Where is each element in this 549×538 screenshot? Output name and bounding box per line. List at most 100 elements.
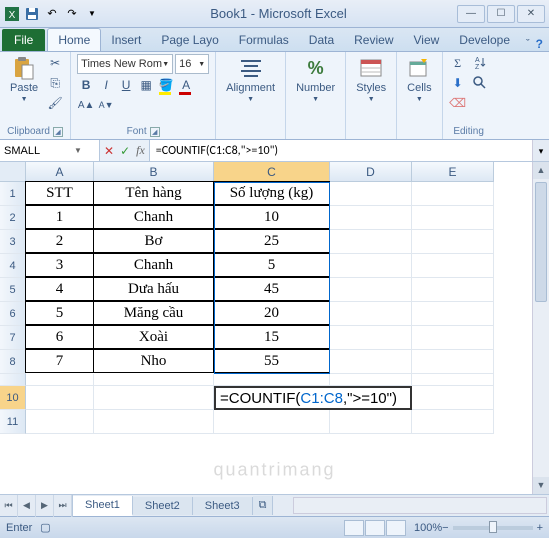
zoom-out-icon[interactable]: − [442,522,448,534]
cell-b11[interactable] [94,410,214,434]
cell-d2[interactable] [330,206,412,230]
cell-c5[interactable]: 45 [213,277,330,301]
autosum-icon[interactable]: Σ [449,54,467,72]
cell-c4[interactable]: 5 [213,253,330,277]
name-box-input[interactable] [4,145,74,157]
cell-c11[interactable] [214,410,330,434]
cell-e7[interactable] [412,326,494,350]
sheet-tab-1[interactable]: Sheet1 [73,496,133,516]
cell-a2[interactable]: 1 [25,205,94,229]
zoom-slider[interactable] [453,526,533,530]
cell-e4[interactable] [412,254,494,278]
sort-filter-icon[interactable]: AZ [471,54,489,72]
border-button[interactable]: ▦ [137,76,155,94]
clipboard-dialog-launcher[interactable]: ◢ [53,127,63,137]
font-name-select[interactable]: Times New Rom▼ [77,54,173,74]
cell-c1[interactable]: Số lượng (kg) [213,181,330,205]
cell-c8[interactable]: 55 [213,349,330,373]
alignment-button[interactable]: Alignment ▼ [222,54,279,105]
scroll-up-icon[interactable]: ▲ [533,162,549,179]
cell-a5[interactable]: 4 [25,277,94,301]
decrease-font-icon[interactable]: A▼ [97,96,115,114]
close-button[interactable]: ✕ [517,5,545,23]
sheet-tab-2[interactable]: Sheet2 [133,497,193,515]
sheet-first-icon[interactable]: ⏮ [0,495,18,517]
styles-button[interactable]: Styles ▼ [352,54,390,105]
italic-button[interactable]: I [97,76,115,94]
view-pagelayout-icon[interactable] [365,520,385,536]
cell-b2[interactable]: Chanh [93,205,214,229]
cell-d7[interactable] [330,326,412,350]
row-header-4[interactable]: 4 [0,254,26,278]
font-color-button[interactable]: A [177,76,195,94]
col-header-b[interactable]: B [94,162,214,182]
underline-button[interactable]: U [117,76,135,94]
row-header-10[interactable]: 10 [0,386,26,410]
enter-formula-icon[interactable]: ✓ [120,144,130,158]
minimize-ribbon-icon[interactable]: ˇ [526,38,530,50]
cells-button[interactable]: Cells ▼ [403,54,435,105]
row-header-2[interactable]: 2 [0,206,26,230]
cell-d4[interactable] [330,254,412,278]
fx-icon[interactable]: fx [136,143,145,158]
row-header-3[interactable]: 3 [0,230,26,254]
cell-d11[interactable] [330,410,412,434]
cell-c7[interactable]: 15 [213,325,330,349]
save-icon[interactable] [24,6,40,22]
row-header-5[interactable]: 5 [0,278,26,302]
cell-d1[interactable] [330,182,412,206]
macro-record-icon[interactable]: ▢ [40,521,50,534]
copy-icon[interactable]: ⎘ [46,74,64,92]
clear-icon[interactable]: ⌫ [449,94,467,112]
cell-d5[interactable] [330,278,412,302]
formula-bar-input[interactable] [150,140,532,161]
row-header-6[interactable]: 6 [0,302,26,326]
cell-b3[interactable]: Bơ [93,229,214,253]
cell-a3[interactable]: 2 [25,229,94,253]
cell-d9[interactable] [330,374,412,386]
tab-data[interactable]: Data [299,29,344,51]
zoom-level[interactable]: 100% [414,522,442,534]
cell-e11[interactable] [412,410,494,434]
horizontal-scrollbar[interactable] [293,497,547,514]
tab-pagelayout[interactable]: Page Layo [151,29,228,51]
cut-icon[interactable]: ✂ [46,54,64,72]
cell-c9[interactable] [214,374,330,386]
cell-e8[interactable] [412,350,494,374]
cell-b8[interactable]: Nho [93,349,214,373]
view-normal-icon[interactable] [344,520,364,536]
col-header-e[interactable]: E [412,162,494,182]
select-all-corner[interactable] [0,162,26,182]
scroll-down-icon[interactable]: ▼ [533,477,549,494]
cell-b7[interactable]: Xoài [93,325,214,349]
sheet-prev-icon[interactable]: ◀ [18,495,36,517]
cell-c3[interactable]: 25 [213,229,330,253]
vertical-scrollbar[interactable]: ▲ ▼ [532,162,549,494]
tab-formulas[interactable]: Formulas [229,29,299,51]
worksheet-grid[interactable]: A B C D E 1 STT Tên hàng Số lượng (kg) 2… [0,162,549,494]
fill-color-button[interactable]: 🪣 [157,76,175,94]
cell-d8[interactable] [330,350,412,374]
cell-a10[interactable] [26,386,94,410]
undo-icon[interactable]: ↶ [44,6,60,22]
sheet-last-icon[interactable]: ⏭ [54,495,72,517]
cell-e10[interactable] [412,386,494,410]
row-header-9[interactable] [0,374,26,386]
cancel-formula-icon[interactable]: ✕ [104,144,114,158]
view-pagebreak-icon[interactable] [386,520,406,536]
cell-a7[interactable]: 6 [25,325,94,349]
minimize-button[interactable]: — [457,5,485,23]
cell-a4[interactable]: 3 [25,253,94,277]
cell-b9[interactable] [94,374,214,386]
cell-e1[interactable] [412,182,494,206]
tab-review[interactable]: Review [344,29,403,51]
cell-e5[interactable] [412,278,494,302]
cell-c10-active[interactable]: =COUNTIF(C1:C8,">=10") [214,386,412,410]
name-box[interactable]: ▼ [0,140,100,161]
increase-font-icon[interactable]: A▲ [77,96,95,114]
cell-d6[interactable] [330,302,412,326]
cell-b4[interactable]: Chanh [93,253,214,277]
sheet-tab-3[interactable]: Sheet3 [193,497,253,515]
cell-b6[interactable]: Măng cầu [93,301,214,325]
new-sheet-icon[interactable]: ⧉ [253,496,274,515]
